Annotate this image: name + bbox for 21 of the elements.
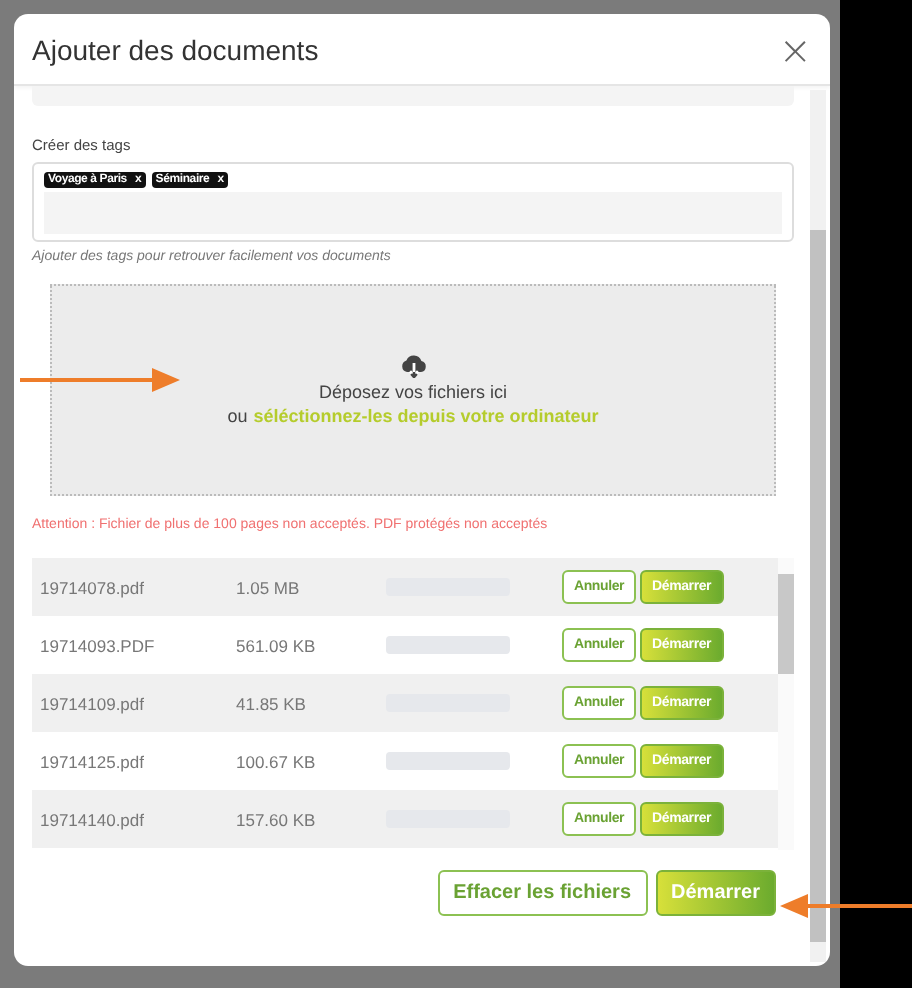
scrollbar[interactable] xyxy=(810,90,826,962)
drop-zone[interactable]: Déposez vos fichiers ici ou séléctionnez-les depuis votre ordinateur xyxy=(50,284,776,496)
clear-files-button[interactable]: Effacer les fichiers xyxy=(437,870,648,916)
file-size: 41.85 KB xyxy=(236,693,308,713)
file-name: 19714140.pdf xyxy=(40,809,146,829)
cloud-download-icon xyxy=(399,354,427,378)
annotation-arrow xyxy=(780,894,912,918)
file-name: 19714125.pdf xyxy=(40,751,146,771)
scrollbar[interactable] xyxy=(778,558,794,850)
file-name: 19714093.PDF xyxy=(40,635,157,655)
input-field[interactable] xyxy=(32,86,794,106)
file-name: 19714109.pdf xyxy=(40,693,146,713)
drop-text: ou xyxy=(227,406,248,426)
file-size: 1.05 MB xyxy=(236,577,302,597)
file-size: 100.67 KB xyxy=(236,751,318,771)
file-size: 561.09 KB xyxy=(236,635,318,655)
file-name: 19714078.pdf xyxy=(40,577,146,597)
file-size: 157.60 KB xyxy=(236,809,318,829)
dialog-title: Ajouter des documents xyxy=(32,33,319,65)
drop-title: Déposez vos fichiers ici xyxy=(318,382,508,402)
start-button[interactable]: Démarrer xyxy=(655,870,776,916)
